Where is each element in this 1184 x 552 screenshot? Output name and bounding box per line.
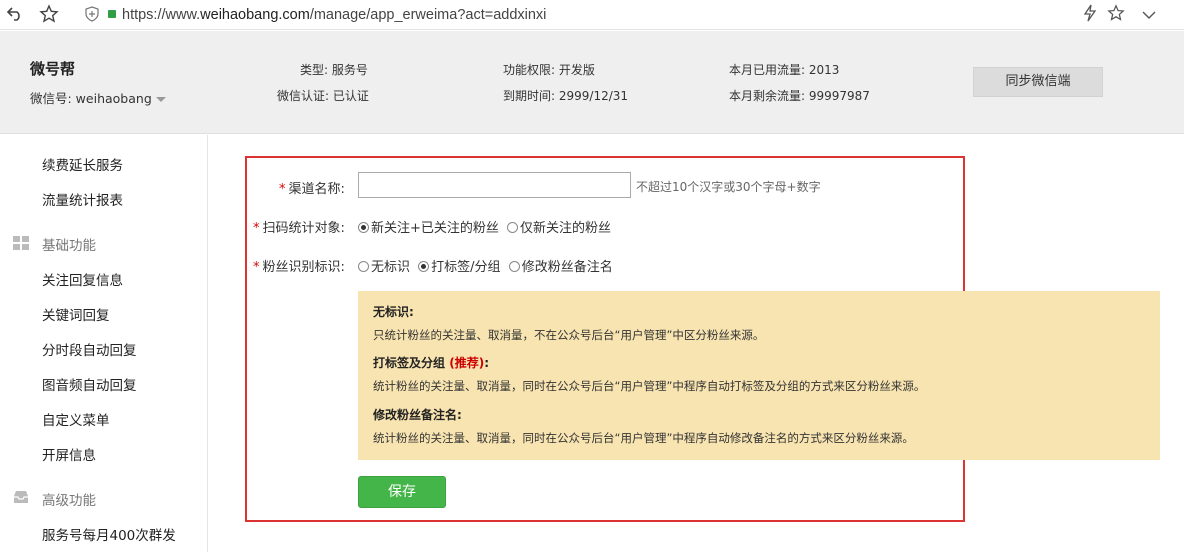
shield-icon bbox=[84, 6, 100, 22]
fan-option-remark[interactable]: 修改粉丝备注名 bbox=[508, 260, 613, 275]
sidebar-item-splash[interactable]: 开屏信息 bbox=[42, 444, 96, 464]
channel-name-label-text: 渠道名称: bbox=[288, 182, 345, 197]
url-host: weihaobang.com bbox=[200, 7, 310, 23]
sidebar-item-follow-reply[interactable]: 关注回复信息 bbox=[42, 269, 123, 289]
channel-name-input[interactable] bbox=[358, 172, 631, 198]
sidebar-item-renew[interactable]: 续费延长服务 bbox=[42, 154, 123, 174]
permission-level: 功能权限: 开发版 bbox=[503, 63, 595, 77]
radio-selected[interactable] bbox=[418, 261, 430, 272]
radio-unselected[interactable] bbox=[358, 261, 369, 272]
lock-icon bbox=[108, 10, 116, 18]
sidebar-item-custom-menu[interactable]: 自定义菜单 bbox=[42, 409, 110, 429]
scan-option-new-label: 仅新关注的粉丝 bbox=[520, 221, 612, 236]
brand-name: 微号帮 bbox=[30, 60, 76, 78]
fan-identifier-label-text: 粉丝识别标识: bbox=[262, 260, 345, 275]
fan-option-tag-label: 打标签/分组 bbox=[431, 260, 501, 275]
required-mark: * bbox=[253, 221, 260, 236]
note-desc-none: 只统计粉丝的关注量、取消量，不在公众号后台“用户管理”中区分粉丝来源。 bbox=[373, 328, 765, 342]
explanation-panel: 无标识: 只统计粉丝的关注量、取消量，不在公众号后台“用户管理”中区分粉丝来源。… bbox=[358, 291, 1160, 460]
channel-name-hint: 不超过10个汉字或30个字母+数字 bbox=[636, 180, 821, 194]
save-button[interactable]: 保存 bbox=[358, 476, 446, 508]
url-path: /manage/app_erweima?act=addxinxi bbox=[309, 7, 547, 23]
scan-option-all[interactable]: 新关注+已关注的粉丝 bbox=[358, 221, 499, 236]
back-icon[interactable] bbox=[4, 4, 26, 26]
wechat-id-label: 微信号: weihaobang bbox=[30, 91, 152, 106]
sidebar-category-advanced: 高级功能 bbox=[42, 493, 96, 509]
url-prefix: https://www. bbox=[122, 7, 201, 23]
address-bar[interactable]: https://www.weihaobang.com/manage/app_er… bbox=[108, 0, 546, 30]
favorite-star-icon[interactable] bbox=[1105, 4, 1127, 26]
sidebar-item-mass-send[interactable]: 服务号每月400次群发 bbox=[42, 524, 176, 544]
chevron-down-icon[interactable] bbox=[1138, 4, 1160, 26]
channel-name-label: * 渠道名称: bbox=[279, 178, 345, 197]
fan-identifier-label: * 粉丝识别标识: bbox=[253, 256, 345, 275]
account-type: 类型: 服务号 bbox=[300, 63, 368, 77]
browser-toolbar: https://www.weihaobang.com/manage/app_er… bbox=[0, 0, 1184, 30]
fan-option-none[interactable]: 无标识 bbox=[358, 260, 410, 275]
sidebar-item-keyword-reply[interactable]: 关键词回复 bbox=[42, 304, 110, 324]
sidebar-item-timed-reply[interactable]: 分时段自动回复 bbox=[42, 339, 137, 359]
recommended-badge: (推荐) bbox=[449, 356, 485, 370]
required-mark: * bbox=[253, 260, 260, 275]
scan-target-options: 新关注+已关注的粉丝 仅新关注的粉丝 bbox=[358, 217, 615, 236]
scan-target-label: * 扫码统计对象: bbox=[253, 217, 345, 236]
radio-selected[interactable] bbox=[358, 222, 369, 233]
expire-date: 到期时间: 2999/12/31 bbox=[503, 89, 629, 103]
wechat-id-selector[interactable]: 微信号: weihaobang bbox=[30, 88, 166, 107]
sidebar-item-traffic-report[interactable]: 流量统计报表 bbox=[42, 189, 123, 209]
fan-option-remark-label: 修改粉丝备注名 bbox=[521, 260, 613, 275]
fan-identifier-options: 无标识 打标签/分组 修改粉丝备注名 bbox=[358, 256, 617, 275]
sidebar-category-basic: 基础功能 bbox=[42, 238, 96, 254]
account-header: 微号帮 微信号: weihaobang 类型: 服务号 微信认证: 已认证 功能… bbox=[0, 31, 1184, 134]
remaining-traffic: 本月剩余流量: 99997987 bbox=[729, 89, 870, 103]
used-traffic: 本月已用流量: 2013 bbox=[729, 63, 840, 77]
grid-icon bbox=[12, 235, 30, 251]
required-mark: * bbox=[279, 182, 286, 197]
note-title-remark: 修改粉丝备注名: bbox=[373, 408, 462, 422]
fan-option-tag[interactable]: 打标签/分组 bbox=[418, 260, 501, 275]
scan-target-label-text: 扫码统计对象: bbox=[262, 221, 345, 236]
caret-down-icon bbox=[155, 97, 166, 102]
note-title-tag: 打标签及分组 (推荐): bbox=[373, 354, 489, 371]
note-title-none: 无标识: bbox=[373, 305, 414, 319]
note-desc-tag: 统计粉丝的关注量、取消量，同时在公众号后台“用户管理”中程序自动打标签及分组的方… bbox=[373, 379, 926, 393]
note-desc-remark: 统计粉丝的关注量、取消量，同时在公众号后台“用户管理”中程序自动修改备注名的方式… bbox=[373, 431, 914, 445]
radio-unselected[interactable] bbox=[508, 261, 520, 272]
radio-unselected[interactable] bbox=[507, 222, 519, 233]
inbox-icon bbox=[12, 489, 30, 505]
sidebar-item-media-reply[interactable]: 图音频自动回复 bbox=[42, 374, 137, 394]
verify-status: 微信认证: 已认证 bbox=[277, 89, 369, 103]
note-title-tag-text: 打标签及分组 bbox=[373, 356, 446, 370]
scan-option-new[interactable]: 仅新关注的粉丝 bbox=[507, 221, 611, 236]
scan-option-all-label: 新关注+已关注的粉丝 bbox=[371, 221, 499, 236]
sidebar: 续费延长服务 流量统计报表 基础功能 关注回复信息 关键词回复 分时段自动回复 … bbox=[0, 135, 208, 552]
fan-option-none-label: 无标识 bbox=[371, 260, 411, 275]
lightning-icon[interactable] bbox=[1079, 4, 1101, 26]
bookmark-star-icon[interactable] bbox=[38, 4, 60, 26]
sync-wechat-button[interactable]: 同步微信端 bbox=[973, 67, 1103, 97]
note-title-tag-colon: : bbox=[484, 356, 489, 370]
